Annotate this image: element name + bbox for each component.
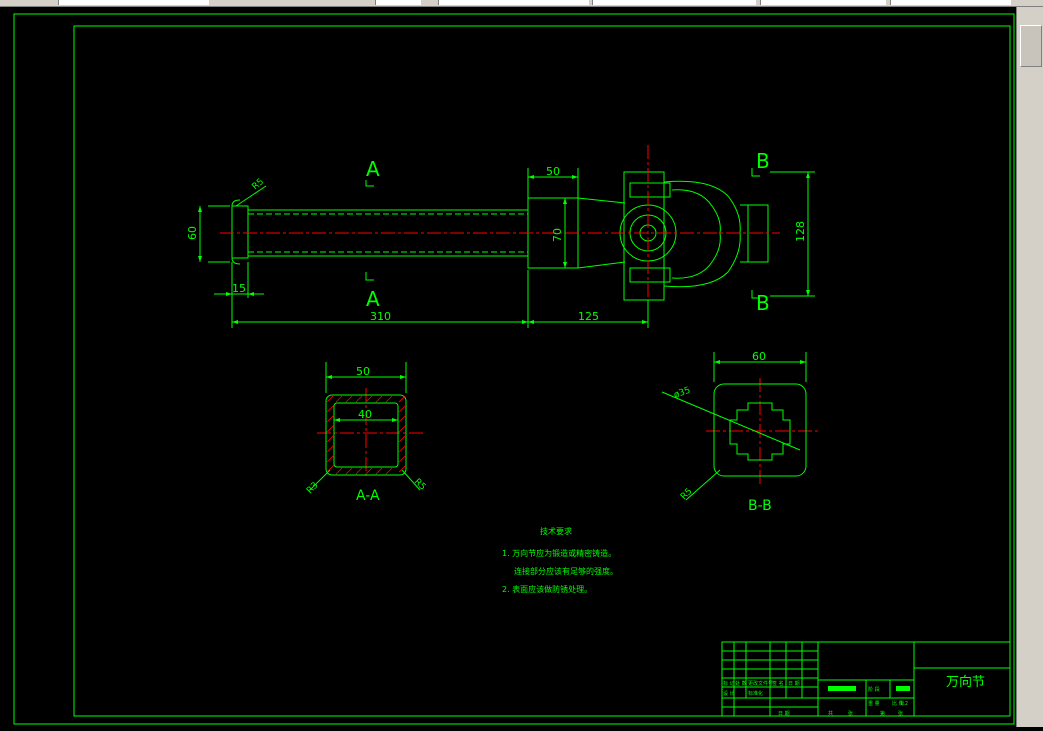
drawing-text: A A B B R5 60 15 310 125 50 70 128 50 40… [186,149,985,717]
tech-req-line-2: 连接部分应该有足够的强度。 [514,566,618,576]
section-bb-view [661,352,807,501]
section-a-bottom-label: A [366,287,380,311]
tb-cell-16: 张 [898,710,903,717]
dim-15: 15 [232,282,246,295]
application-toolbar [0,0,1043,7]
tb-cell-1: 标 记 [723,680,735,687]
shaft-end-cap [231,205,249,259]
tb-cell-2: 处 数 [735,680,747,687]
tb-cell-12: 日 期 [778,711,790,717]
tb-cell-9: 重 量 [868,700,880,707]
tb-cell-3: 更改文件号 [748,680,773,687]
dim-50-top: 50 [546,165,560,178]
lineweight-dropdown[interactable] [760,0,886,5]
dim-60: 60 [186,226,199,240]
dim-r5-main: R5 [251,177,267,192]
tb-cell-8: 阶 段 [868,686,880,693]
dim-bb-width: 60 [752,350,766,363]
title-fill-2 [896,686,910,691]
dim-aa-inner: 40 [358,408,372,421]
cad-drawing: A A B B R5 60 15 310 125 50 70 128 50 40… [13,13,1015,725]
tb-cell-11: 1:2 [900,701,908,707]
drawing-canvas[interactable]: A A B B R5 60 15 310 125 50 70 128 50 40… [0,7,1016,727]
tb-cell-7: 标准化 [748,690,763,697]
dim-bb-dia: ø35 [673,386,692,401]
scrollbar-thumb[interactable] [1020,25,1042,67]
main-view [231,168,769,301]
section-bb-label: B-B [748,498,772,514]
plotstyle-dropdown[interactable] [890,0,1011,5]
tech-req-line-3: 2. 表面应该做防锈处理。 [502,584,592,594]
dim-bb-r5: R5 [679,487,695,503]
tb-cell-4: 签 名 [772,680,784,687]
tech-req-line-1: 1. 万向节应为锻造或精密铸造。 [502,548,616,558]
color-dropdown[interactable] [438,0,589,5]
dim-128: 128 [794,221,807,242]
tb-cell-13: 共 [828,710,833,717]
section-b-bottom-label: B [756,291,770,315]
dim-aa-r3: R3 [305,481,321,497]
sheet-inner-border [73,25,1011,717]
dim-125: 125 [578,310,599,323]
sheet-outer-border [13,13,1015,725]
toolbar-icons[interactable] [375,0,421,5]
part-name: 万向节 [946,674,985,690]
title-fill-1 [828,686,856,691]
layer-dropdown[interactable] [58,0,209,5]
section-aa-label: A-A [356,488,380,504]
section-aa-view [309,362,421,491]
dim-aa-r5: R5 [412,477,428,493]
tb-cell-14: 张 [848,710,853,717]
vertical-scrollbar[interactable] [1016,7,1043,727]
dim-70: 70 [551,228,564,242]
tb-cell-15: 第 [880,710,885,717]
outer-fork [663,180,741,288]
dim-310: 310 [370,310,391,323]
tb-cell-6: 设 计 [723,690,735,697]
section-a-top-label: A [366,157,380,181]
linetype-dropdown[interactable] [592,0,756,5]
dim-aa-outer: 50 [356,365,370,378]
tb-cell-5: 日 期 [788,681,800,687]
tech-req-title: 技术要求 [540,526,572,536]
section-b-top-label: B [756,149,770,173]
